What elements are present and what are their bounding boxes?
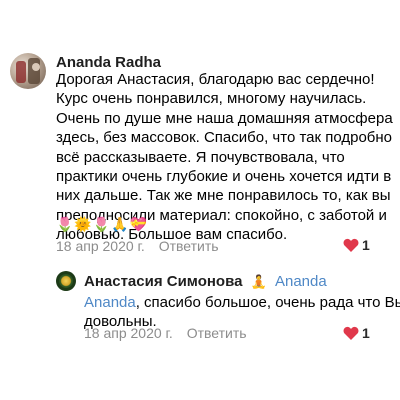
- like-count: 1: [362, 237, 370, 253]
- reply-author-line: Анастасия Симонова 🧘 Ananda: [84, 273, 327, 290]
- reply-to-user[interactable]: Ananda: [275, 273, 327, 290]
- heart-icon: [343, 326, 359, 340]
- reply-meta: 18 апр 2020 г. Ответить: [84, 325, 247, 341]
- mention-link[interactable]: Ananda: [84, 294, 136, 311]
- comment-text-line: практики очень глубокие и очень хочется …: [56, 168, 392, 186]
- heart-icon: [343, 238, 359, 252]
- comment-text-line: здесь, без массовок. Спасибо, что так по…: [56, 129, 393, 147]
- comment-text-line: них дальше. Так же мне понравилось то, к…: [56, 187, 391, 205]
- reply-author[interactable]: Анастасия Симонова: [84, 273, 242, 290]
- avatar-image-part: [16, 61, 26, 83]
- reply-button[interactable]: Ответить: [159, 238, 219, 254]
- like-button[interactable]: 1: [343, 325, 370, 341]
- comment-text-line: Очень по душе мне наша домашняя атмосфер…: [56, 109, 393, 127]
- reply-button[interactable]: Ответить: [187, 325, 247, 341]
- like-count: 1: [362, 325, 370, 341]
- comment-date[interactable]: 18 апр 2020 г.: [56, 238, 145, 254]
- comment-text-line: всё рассказываете. Я почувствовала, что: [56, 148, 345, 166]
- meditation-badge-icon: 🧘: [250, 274, 267, 289]
- reply-date[interactable]: 18 апр 2020 г.: [84, 325, 173, 341]
- comment-meta: 18 апр 2020 г. Ответить: [56, 238, 219, 254]
- comment-text-line: Дорогая Анастасия, благодарю вас сердечн…: [56, 71, 375, 88]
- avatar-image-part: [32, 63, 40, 71]
- comment-text-line: Курс очень понравился, многому научилась…: [56, 90, 367, 108]
- avatar[interactable]: [10, 53, 46, 89]
- avatar-image-part: [28, 58, 40, 84]
- comment-emojis: 🌷🌞🌷🙏💝: [56, 216, 149, 232]
- avatar-image-part: [59, 274, 73, 288]
- comment-author[interactable]: Ananda Radha: [56, 54, 161, 71]
- reply-text-line: Ananda, спасибо большое, очень рада что …: [84, 293, 400, 312]
- reply-text-part: , спасибо большое, очень рада что Вы: [135, 294, 400, 311]
- avatar[interactable]: [56, 271, 76, 291]
- like-button[interactable]: 1: [343, 237, 370, 253]
